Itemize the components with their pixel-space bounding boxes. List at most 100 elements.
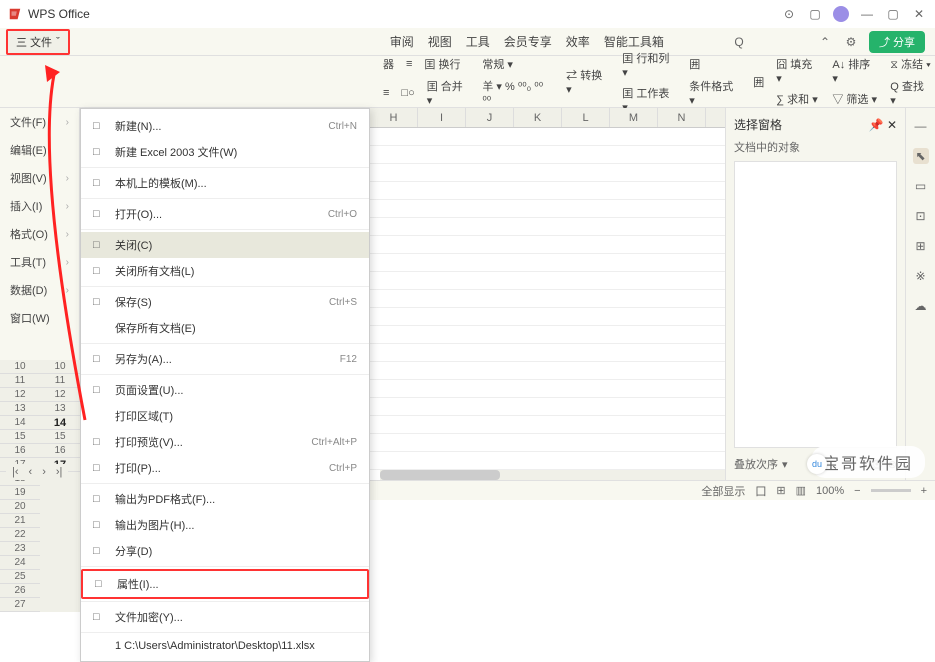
zoom-label[interactable]: 100% bbox=[816, 485, 844, 497]
row-header[interactable]: 14 bbox=[40, 416, 80, 430]
chevron-down-icon[interactable]: ▾ bbox=[782, 458, 788, 471]
column-header[interactable]: I bbox=[418, 108, 466, 127]
search-icon[interactable]: Q bbox=[731, 35, 747, 49]
row-header[interactable]: 13 bbox=[40, 402, 80, 416]
dropdown-item[interactable]: □分享(D) bbox=[81, 538, 369, 564]
zoom-out-icon[interactable]: − bbox=[854, 485, 860, 497]
dropdown-item[interactable]: □关闭(C) bbox=[81, 232, 369, 258]
rowcol-dropdown[interactable]: 囯 行和列 ▾ bbox=[619, 48, 680, 81]
dropdown-item[interactable]: □关闭所有文档(L) bbox=[81, 258, 369, 284]
view-layout-icon[interactable]: ⊞ bbox=[776, 484, 785, 497]
sidebar-item-insert[interactable]: 插入(I)› bbox=[0, 192, 79, 220]
sidebar-item-view[interactable]: 视图(V)› bbox=[0, 164, 79, 192]
menu-tab[interactable]: 审阅 bbox=[390, 33, 414, 50]
row-header[interactable]: 23 bbox=[0, 542, 40, 556]
tool[interactable]: 器 bbox=[380, 54, 397, 74]
dropdown-item[interactable]: 保存所有文档(E) bbox=[81, 315, 369, 341]
share-button[interactable]: ⤴分享 bbox=[869, 31, 925, 53]
dropdown-item[interactable]: □输出为PDF格式(F)... bbox=[81, 486, 369, 512]
dropdown-item[interactable]: □打开(O)...Ctrl+O bbox=[81, 201, 369, 227]
select-icon[interactable]: ⬉ bbox=[913, 148, 929, 164]
dropdown-item[interactable]: □新建(N)...Ctrl+N bbox=[81, 113, 369, 139]
column-header[interactable]: M bbox=[610, 108, 658, 127]
column-header[interactable]: J bbox=[466, 108, 514, 127]
row-header[interactable]: 14 bbox=[0, 416, 40, 430]
dropdown-item[interactable]: □保存(S)Ctrl+S bbox=[81, 289, 369, 315]
sum-dropdown[interactable]: ∑ 求和 ▾ bbox=[773, 89, 823, 109]
sidebar-item-tools[interactable]: 工具(T)› bbox=[0, 248, 79, 276]
row-header[interactable]: 22 bbox=[0, 528, 40, 542]
minimize-rail-icon[interactable]: — bbox=[913, 118, 929, 134]
settings-icon[interactable]: ⚙ bbox=[843, 35, 859, 49]
row-header[interactable]: 20 bbox=[0, 500, 40, 514]
cell-grid[interactable] bbox=[370, 128, 725, 480]
sidebar-item-edit[interactable]: 编辑(E) bbox=[0, 136, 79, 164]
dropdown-item[interactable]: □属性(I)... bbox=[81, 569, 369, 599]
row-header[interactable]: 10 bbox=[0, 360, 40, 374]
dropdown-item[interactable]: □另存为(A)...F12 bbox=[81, 346, 369, 372]
row-header[interactable]: 12 bbox=[40, 388, 80, 402]
close-button[interactable]: ✕ bbox=[911, 7, 927, 21]
menu-tab[interactable]: 效率 bbox=[566, 33, 590, 50]
help-icon[interactable]: ⊙ bbox=[781, 7, 797, 21]
row-header[interactable]: 11 bbox=[40, 374, 80, 388]
maximize-button[interactable]: ▢ bbox=[885, 7, 901, 21]
fill-dropdown[interactable]: 囧 填充 ▾ bbox=[773, 54, 823, 87]
analyze-icon[interactable]: ⊞ bbox=[913, 238, 929, 254]
conditional-format[interactable]: 条件格式 ▾ bbox=[686, 76, 744, 109]
dropdown-item[interactable]: □文件加密(Y)... bbox=[81, 604, 369, 630]
view-page-icon[interactable]: ▥ bbox=[796, 484, 806, 497]
tool[interactable]: 羊 ▾ % ⁰⁰₀ ⁰⁰ ⁰⁰ bbox=[479, 76, 557, 109]
menu-tab[interactable]: 工具 bbox=[466, 33, 490, 50]
filter-dropdown[interactable]: ▽ 筛选 ▾ bbox=[829, 89, 881, 109]
column-header[interactable]: L bbox=[562, 108, 610, 127]
show-all-label[interactable]: 全部显示 bbox=[701, 483, 745, 499]
dropdown-item[interactable]: □打印预览(V)...Ctrl+Alt+P bbox=[81, 429, 369, 455]
expand-icon[interactable]: ⌃ bbox=[817, 35, 833, 49]
row-header[interactable]: 26 bbox=[0, 584, 40, 598]
tool[interactable]: □○ bbox=[398, 76, 417, 109]
zoom-slider[interactable] bbox=[871, 489, 911, 492]
row-header[interactable]: 15 bbox=[40, 430, 80, 444]
dropdown-item[interactable]: 1 C:\Users\Administrator\Desktop\11.xlsx bbox=[81, 635, 369, 657]
backup-icon[interactable]: ※ bbox=[913, 268, 929, 284]
close-panel-icon[interactable]: ✕ bbox=[887, 118, 897, 132]
horizontal-scrollbar[interactable] bbox=[380, 470, 725, 480]
tool[interactable]: ≡ bbox=[380, 76, 392, 109]
sheet-nav-prev[interactable]: ‹ bbox=[25, 466, 37, 478]
file-menu-tab[interactable]: 三 文件 ˇ bbox=[6, 29, 70, 55]
tool[interactable]: 囯 换行 bbox=[421, 54, 463, 74]
row-header[interactable]: 21 bbox=[0, 514, 40, 528]
row-header[interactable]: 10 bbox=[40, 360, 80, 374]
sheet-nav-first[interactable]: |‹ bbox=[8, 466, 23, 478]
menu-tab[interactable]: 视图 bbox=[428, 33, 452, 50]
row-header[interactable]: 11 bbox=[0, 374, 40, 388]
tool[interactable]: ≡ bbox=[403, 54, 415, 74]
pin-icon[interactable]: 📌 bbox=[869, 118, 884, 132]
tool[interactable]: 囯 合并 ▾ bbox=[424, 76, 474, 109]
tool[interactable]: 囲 bbox=[750, 72, 767, 92]
minimize-button[interactable]: — bbox=[859, 7, 875, 21]
sort-dropdown[interactable]: A↓ 排序 ▾ bbox=[829, 54, 881, 87]
user-avatar[interactable] bbox=[833, 6, 849, 22]
find-dropdown[interactable]: Q 查找 ▾ bbox=[887, 76, 935, 109]
sidebar-item-window[interactable]: 窗口(W)› bbox=[0, 304, 79, 332]
dropdown-item[interactable]: □输出为图片(H)... bbox=[81, 512, 369, 538]
row-header[interactable]: 12 bbox=[0, 388, 40, 402]
cube-icon[interactable]: ▢ bbox=[807, 7, 823, 21]
style-icon[interactable]: ▭ bbox=[913, 178, 929, 194]
column-header[interactable]: H bbox=[370, 108, 418, 127]
row-header[interactable]: 16 bbox=[0, 444, 40, 458]
tool[interactable]: 囲 bbox=[686, 54, 744, 74]
dropdown-item[interactable]: □页面设置(U)... bbox=[81, 377, 369, 403]
column-header[interactable]: N bbox=[658, 108, 706, 127]
convert-dropdown[interactable]: ⇄ 转换 ▾ bbox=[563, 65, 613, 98]
format-dropdown[interactable]: 常规 ▾ bbox=[479, 54, 557, 74]
sheet-nav-last[interactable]: ›| bbox=[52, 466, 67, 478]
panel-body[interactable] bbox=[734, 161, 897, 448]
dropdown-item[interactable]: □新建 Excel 2003 文件(W) bbox=[81, 139, 369, 165]
property-icon[interactable]: ⊡ bbox=[913, 208, 929, 224]
dropdown-item[interactable]: 打印区域(T) bbox=[81, 403, 369, 429]
row-header[interactable]: 27 bbox=[0, 598, 40, 612]
sidebar-item-format[interactable]: 格式(O)› bbox=[0, 220, 79, 248]
